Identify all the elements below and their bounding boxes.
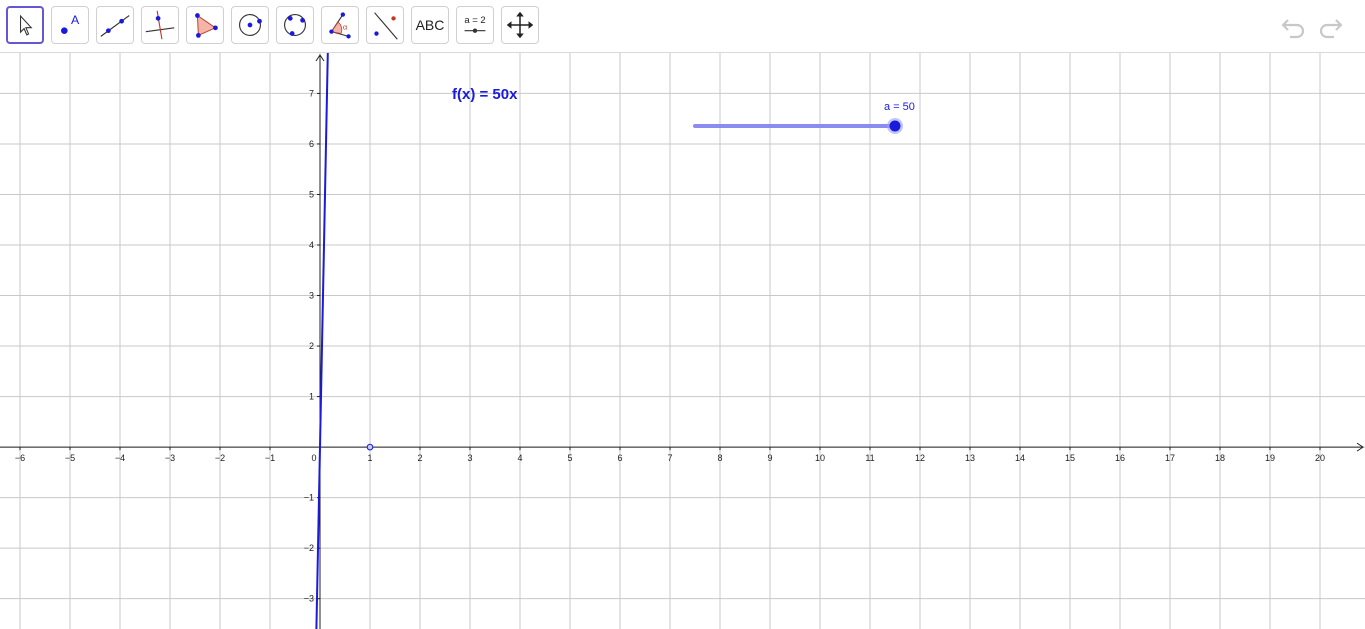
circle-three-points-tool-button[interactable] xyxy=(276,6,314,44)
perpendicular-line-icon xyxy=(145,10,175,40)
x-tick-label: 1 xyxy=(367,453,372,463)
x-tick-label: −1 xyxy=(265,453,275,463)
point-tool-label: A xyxy=(71,13,80,27)
x-tick-label: 11 xyxy=(865,453,874,463)
undo-icon[interactable] xyxy=(1279,12,1309,40)
y-tick-label: 6 xyxy=(309,139,314,149)
y-tick-label: 4 xyxy=(309,240,314,250)
x-tick-label: 16 xyxy=(1115,453,1125,463)
x-tick-label: 13 xyxy=(965,453,975,463)
x-tick-label: 9 xyxy=(767,453,772,463)
x-tick-label: 19 xyxy=(1265,453,1275,463)
move-tool-button[interactable] xyxy=(6,6,44,44)
graphics-canvas[interactable]: −6 −5 −4 −3 −2 −1 0 1 2 3 4 5 6 7 8 9 10 11 12 13 14 15 16 17 18… xyxy=(0,53,1365,629)
graphics-view[interactable]: −6 −5 −4 −3 −2 −1 0 1 2 3 4 5 6 7 8 9 10 11 12 13 14 15 16 17 18… xyxy=(0,53,1365,629)
x-tick-label: 2 xyxy=(417,453,422,463)
angle-icon: α xyxy=(329,12,351,39)
line-through-points-icon xyxy=(100,15,130,37)
x-tick-label: 20 xyxy=(1315,453,1325,463)
reflect-tool-button[interactable] xyxy=(366,6,404,44)
x-tick-label: 3 xyxy=(467,453,472,463)
function-label[interactable]: f(x) = 50x xyxy=(452,86,517,103)
x-tick-label: 14 xyxy=(1015,453,1025,463)
y-tick-label: 1 xyxy=(309,392,314,402)
angle-tool-label: α xyxy=(343,23,348,32)
x-tick-label: 7 xyxy=(667,453,672,463)
y-tick-label: 3 xyxy=(309,291,314,301)
reflect-about-line-icon xyxy=(374,12,398,40)
x-tick-label: 0 xyxy=(311,453,316,463)
line-tool-button[interactable] xyxy=(96,6,134,44)
x-tick-label: 6 xyxy=(617,453,622,463)
slider[interactable] xyxy=(693,118,903,134)
slider-tool-label: a = 2 xyxy=(464,15,485,26)
y-tick-label: 5 xyxy=(309,189,314,199)
point-on-x-axis[interactable] xyxy=(366,443,374,451)
y-tick-label: 2 xyxy=(309,341,314,351)
arrow-cursor-icon xyxy=(19,14,33,36)
y-tick-label: −2 xyxy=(304,543,314,553)
point-icon: A xyxy=(61,13,80,34)
polygon-tool-button[interactable] xyxy=(186,6,224,44)
x-tick-label: 12 xyxy=(915,453,925,463)
slider-label[interactable]: a = 50 xyxy=(884,101,915,113)
circle-center-point-tool-button[interactable] xyxy=(231,6,269,44)
x-axis-tick-labels: −6 −5 −4 −3 −2 −1 0 1 2 3 4 5 6 7 8 9 10 11 12 13 14 15 16 17 18… xyxy=(15,447,1325,463)
axes xyxy=(0,54,1364,629)
x-tick-label: −5 xyxy=(65,453,75,463)
text-tool-button[interactable]: ABC xyxy=(411,6,449,44)
slider-tool-button[interactable]: a = 2 xyxy=(456,6,494,44)
text-icon: ABC xyxy=(415,17,445,33)
grid xyxy=(0,53,1365,629)
y-tick-label: −1 xyxy=(304,493,314,503)
move-arrows-icon xyxy=(506,11,534,39)
angle-tool-button[interactable]: α xyxy=(321,6,359,44)
perpendicular-line-tool-button[interactable] xyxy=(141,6,179,44)
x-tick-label: 17 xyxy=(1165,453,1175,463)
x-tick-label: 8 xyxy=(717,453,722,463)
x-tick-label: −3 xyxy=(165,453,175,463)
x-tick-label: 4 xyxy=(517,453,522,463)
redo-icon[interactable] xyxy=(1315,12,1345,40)
x-tick-label: −6 xyxy=(15,453,25,463)
x-tick-label: 18 xyxy=(1215,453,1225,463)
move-graphics-view-tool-button[interactable] xyxy=(501,6,539,44)
x-tick-label: 5 xyxy=(567,453,572,463)
y-tick-label: 7 xyxy=(309,88,314,98)
function-graph[interactable] xyxy=(315,53,329,629)
x-tick-label: 15 xyxy=(1065,453,1075,463)
x-tick-label: −2 xyxy=(215,453,225,463)
circle-three-points-icon xyxy=(284,14,306,36)
toolbar: A α ABC a = 2 xyxy=(0,0,1365,53)
x-tick-label: −4 xyxy=(115,453,125,463)
x-tick-label: 10 xyxy=(815,453,825,463)
polygon-icon xyxy=(195,13,218,38)
point-marker[interactable] xyxy=(366,443,374,451)
y-tick-label: −3 xyxy=(304,594,314,604)
circle-center-icon xyxy=(239,14,262,36)
slider-knob[interactable] xyxy=(889,120,901,132)
function-line[interactable] xyxy=(315,53,329,629)
slider-icon: a = 2 xyxy=(464,15,486,33)
point-tool-button[interactable]: A xyxy=(51,6,89,44)
